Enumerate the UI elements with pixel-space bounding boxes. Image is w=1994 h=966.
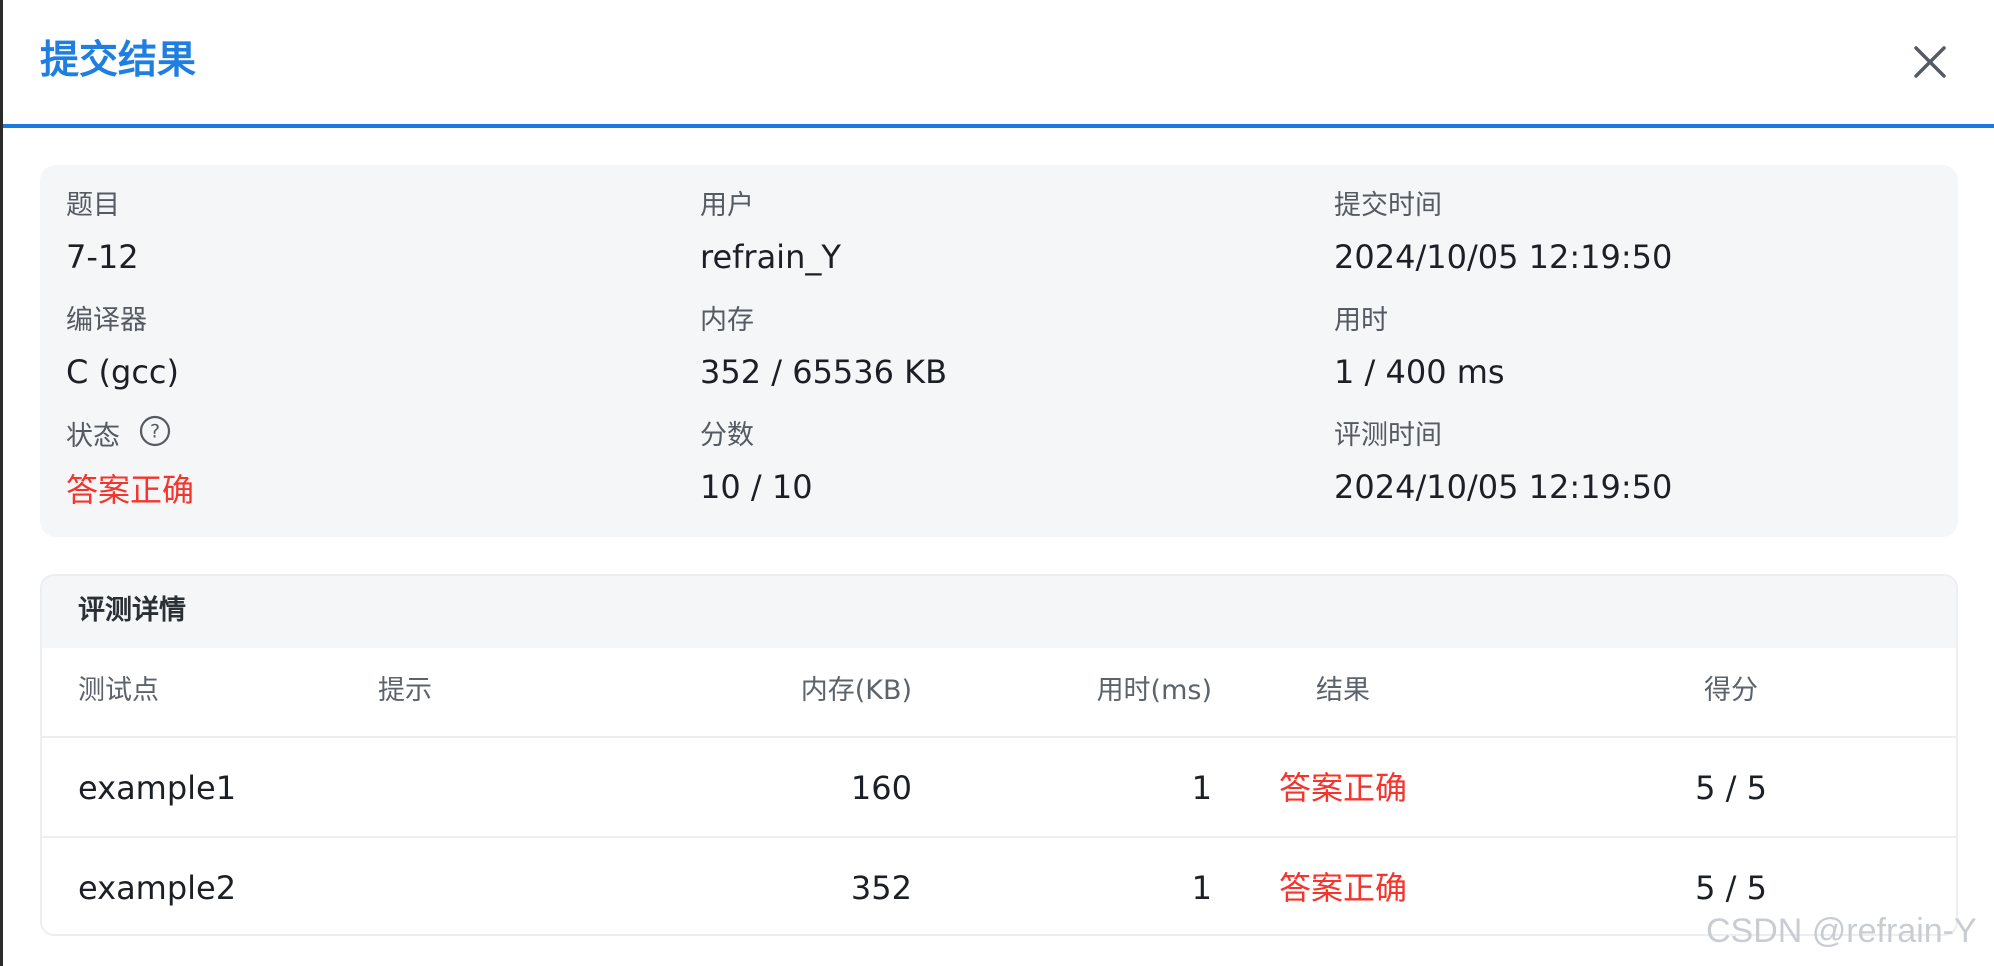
column-header-score: 得分 (1704, 675, 1758, 706)
header-divider (3, 124, 1994, 128)
user-value: refrain_Y (700, 238, 841, 276)
score-label: 分数 (700, 420, 754, 451)
info-time: 用时 1 / 400 ms (1334, 304, 1505, 392)
svg-text:?: ? (150, 421, 160, 443)
row-result: 答案正确 (1278, 769, 1407, 807)
time-value: 1 / 400 ms (1334, 353, 1505, 391)
info-score: 分数 10 / 10 (700, 419, 813, 507)
question-circle-icon[interactable]: ? (139, 415, 171, 456)
column-header-case: 测试点 (78, 675, 159, 706)
row-time: 1 (1191, 869, 1212, 907)
row-case: example1 (78, 769, 237, 807)
row-memory: 352 (850, 869, 912, 907)
info-status: 状态 ? 答案正确 (66, 415, 195, 510)
close-button[interactable] (1911, 43, 1949, 81)
window-edge (0, 0, 3, 966)
column-header-time: 用时(ms) (1096, 675, 1212, 706)
info-compiler: 编译器 C (gcc) (66, 304, 179, 392)
info-submit-time: 提交时间 2024/10/05 12:19:50 (1334, 189, 1672, 277)
details-header: 评测详情 (42, 576, 1956, 648)
row-score: 5 / 5 (1695, 869, 1767, 907)
dialog-title: 提交结果 (40, 38, 197, 83)
submit-time-value: 2024/10/05 12:19:50 (1334, 238, 1673, 276)
problem-value: 7-12 (66, 238, 139, 276)
watermark: CSDN @refrain-Y (1706, 912, 1977, 950)
close-icon (1914, 46, 1946, 78)
compiler-value: C (gcc) (66, 353, 179, 391)
row-time: 1 (1191, 769, 1212, 807)
time-label: 用时 (1334, 305, 1388, 336)
score-value: 10 / 10 (700, 468, 813, 506)
submit-time-label: 提交时间 (1334, 190, 1442, 221)
judge-time-value: 2024/10/05 12:19:50 (1334, 468, 1673, 506)
row-memory: 160 (850, 769, 912, 807)
info-memory: 内存 352 / 65536 KB (700, 304, 947, 392)
submission-info-card: 题目 7-12 用户 refrain_Y 提交时间 2024/10/05 12:… (40, 165, 1958, 537)
row-score: 5 / 5 (1695, 769, 1767, 807)
info-user: 用户 refrain_Y (700, 189, 841, 277)
judge-details-card: 评测详情 测试点 提示 内存(KB) 用时(ms) 结果 得分 example1… (40, 574, 1958, 936)
details-title: 评测详情 (78, 595, 186, 626)
column-header-memory: 内存(KB) (800, 675, 912, 706)
memory-value: 352 / 65536 KB (700, 353, 948, 391)
status-value: 答案正确 (66, 471, 195, 509)
judge-time-label: 评测时间 (1334, 420, 1442, 451)
table-row: example1 160 1 答案正确 5 / 5 (42, 738, 1956, 838)
info-problem: 题目 7-12 (66, 189, 139, 277)
user-label: 用户 (700, 190, 754, 221)
memory-label: 内存 (700, 305, 754, 336)
info-judge-time: 评测时间 2024/10/05 12:19:50 (1334, 419, 1672, 507)
column-header-result: 结果 (1316, 675, 1370, 706)
submission-result-dialog: 提交结果 题目 7-12 用户 refrain_Y 提交时间 2024/10/0… (0, 0, 1994, 966)
status-label: 状态 (66, 421, 120, 452)
dialog-header: 提交结果 (3, 0, 1994, 125)
problem-label: 题目 (66, 190, 120, 221)
row-case: example2 (78, 869, 237, 907)
column-header-hint: 提示 (378, 675, 432, 706)
table-row: example2 352 1 答案正确 5 / 5 (42, 838, 1956, 934)
row-result: 答案正确 (1278, 869, 1407, 907)
compiler-label: 编译器 (66, 305, 147, 336)
